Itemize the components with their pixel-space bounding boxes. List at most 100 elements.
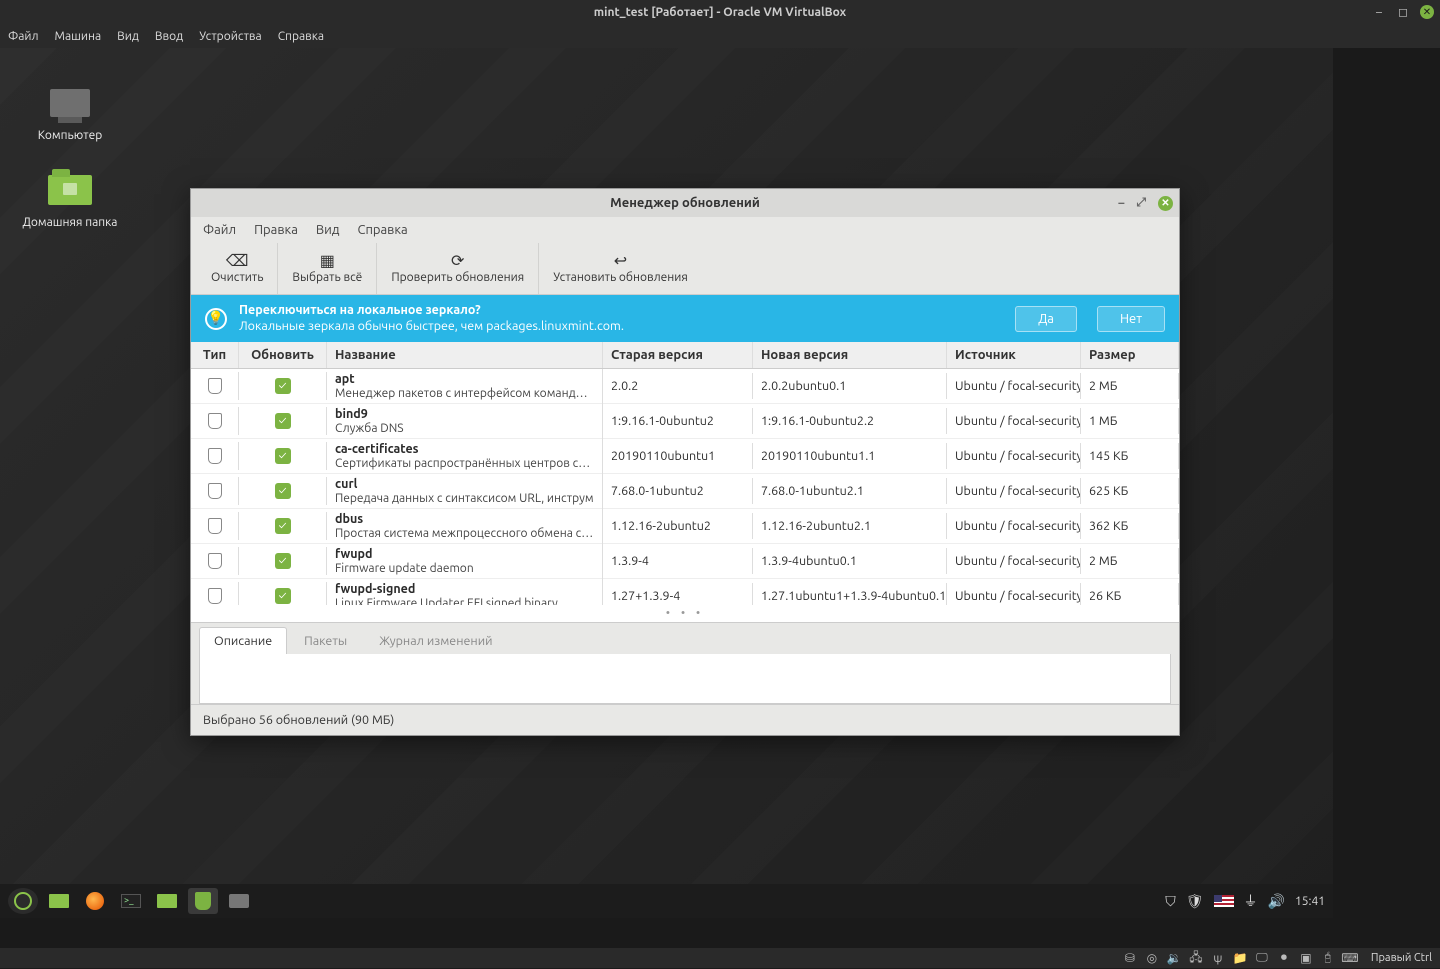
old-version: 1.27+1.3.9-4 bbox=[603, 583, 753, 605]
vbox-hdd-icon[interactable]: ⛁ bbox=[1123, 951, 1137, 965]
vbox-shared-folders-icon[interactable]: 📁 bbox=[1233, 951, 1247, 965]
vbox-menu-devices[interactable]: Устройства bbox=[199, 30, 262, 43]
taskbar-app-button[interactable] bbox=[224, 888, 254, 914]
col-new-version[interactable]: Новая версия bbox=[753, 342, 947, 368]
refresh-button[interactable]: ⟳ Проверить обновления bbox=[377, 243, 539, 294]
terminal-button[interactable]: >_ bbox=[116, 888, 146, 914]
vbox-menu-help[interactable]: Справка bbox=[278, 30, 324, 43]
um-menu-edit[interactable]: Правка bbox=[254, 223, 298, 237]
volume-icon[interactable]: 🔊 bbox=[1268, 893, 1285, 910]
old-version: 1.3.9-4 bbox=[603, 548, 753, 574]
firefox-icon bbox=[86, 892, 104, 910]
col-type[interactable]: Тип bbox=[191, 342, 239, 368]
select-all-button[interactable]: ▦ Выбрать всё bbox=[278, 243, 377, 294]
security-shield-icon bbox=[208, 588, 222, 604]
table-row[interactable]: ✓ca-certificatesСертификаты распространё… bbox=[191, 439, 1179, 474]
update-checkbox[interactable]: ✓ bbox=[275, 588, 291, 604]
table-row[interactable]: ✓fwupdFirmware update daemon1.3.9-41.3.9… bbox=[191, 544, 1179, 579]
old-version: 1.12.16-2ubuntu2 bbox=[603, 513, 753, 539]
vbox-optical-icon[interactable]: ◎ bbox=[1145, 951, 1159, 965]
banner-no-button[interactable]: Нет bbox=[1097, 306, 1165, 332]
col-old-version[interactable]: Старая версия bbox=[603, 342, 753, 368]
close-icon[interactable]: ✕ bbox=[1420, 5, 1434, 19]
vbox-menu-machine[interactable]: Машина bbox=[55, 30, 102, 43]
source: Ubuntu / focal-security bbox=[947, 443, 1081, 469]
old-version: 1:9.16.1-0ubuntu2 bbox=[603, 408, 753, 434]
vbox-display-icon[interactable]: 🖵 bbox=[1255, 951, 1269, 965]
vbox-menubar: Файл Машина Вид Ввод Устройства Справка bbox=[0, 24, 1440, 48]
update-checkbox[interactable]: ✓ bbox=[275, 483, 291, 499]
um-titlebar[interactable]: Менеджер обновлений – ⤢ ✕ bbox=[191, 189, 1179, 217]
um-menu-help[interactable]: Справка bbox=[357, 223, 407, 237]
tray-updates-icon[interactable]: ⛉ bbox=[1165, 893, 1176, 910]
toolbar-label: Установить обновления bbox=[553, 271, 688, 284]
update-checkbox[interactable]: ✓ bbox=[275, 413, 291, 429]
mirror-banner: 💡 Переключиться на локальное зеркало? Ло… bbox=[191, 295, 1179, 342]
um-menu-view[interactable]: Вид bbox=[316, 223, 340, 237]
close-icon[interactable]: ✕ bbox=[1158, 196, 1173, 211]
minimize-icon[interactable]: – bbox=[1372, 5, 1386, 19]
maximize-icon[interactable]: ◻ bbox=[1396, 5, 1410, 19]
install-updates-button[interactable]: ↩ Установить обновления bbox=[539, 243, 702, 294]
tab-packages[interactable]: Пакеты bbox=[289, 627, 362, 654]
table-row[interactable]: ✓curlПередача данных с синтаксисом URL, … bbox=[191, 474, 1179, 509]
update-checkbox[interactable]: ✓ bbox=[275, 448, 291, 464]
minimize-icon[interactable]: – bbox=[1118, 197, 1124, 210]
um-toolbar: ⌫ Очистить ▦ Выбрать всё ⟳ Проверить обн… bbox=[191, 243, 1179, 295]
package-name: fwupd-signed bbox=[335, 582, 594, 596]
network-icon[interactable]: ⏚ bbox=[1244, 891, 1258, 911]
desktop-icon-label: Домашняя папка bbox=[23, 216, 118, 229]
show-desktop-button[interactable] bbox=[44, 888, 74, 914]
folder-icon bbox=[157, 894, 177, 908]
table-row[interactable]: ✓ fwupd-signedLinux Firmware Updater EFI … bbox=[191, 579, 1179, 605]
vbox-network-icon[interactable]: 🖧 bbox=[1189, 951, 1203, 965]
vbox-keyboard-icon[interactable]: ⌨ bbox=[1343, 951, 1357, 965]
keyboard-layout-indicator[interactable] bbox=[1214, 895, 1234, 907]
menu-button[interactable] bbox=[8, 888, 38, 914]
tab-description[interactable]: Описание bbox=[199, 627, 287, 654]
table-body[interactable]: ✓aptМенеджер пакетов с интерфейсом коман… bbox=[191, 369, 1179, 605]
update-manager-taskbar-button[interactable] bbox=[188, 888, 218, 914]
um-menu-file[interactable]: Файл bbox=[203, 223, 236, 237]
clock[interactable]: 15:41 bbox=[1295, 895, 1325, 908]
vbox-menu-input[interactable]: Ввод bbox=[155, 30, 183, 43]
tray-shield-icon[interactable]: 🛡 bbox=[1186, 893, 1204, 910]
package-description: Менеджер пакетов с интерфейсом командной bbox=[335, 387, 594, 401]
update-checkbox[interactable]: ✓ bbox=[275, 553, 291, 569]
maximize-icon[interactable]: ⤢ bbox=[1136, 196, 1146, 210]
table-row[interactable]: ✓dbusПростая система межпроцессного обме… bbox=[191, 509, 1179, 544]
tab-changelog[interactable]: Журнал изменений bbox=[364, 627, 507, 654]
vbox-menu-file[interactable]: Файл bbox=[8, 30, 39, 43]
col-size[interactable]: Размер bbox=[1081, 342, 1179, 368]
vbox-menu-view[interactable]: Вид bbox=[117, 30, 139, 43]
update-checkbox[interactable]: ✓ bbox=[275, 378, 291, 394]
toolbar-label: Очистить bbox=[211, 271, 263, 284]
firefox-button[interactable] bbox=[80, 888, 110, 914]
vbox-usb-icon[interactable]: ψ bbox=[1211, 951, 1225, 965]
banner-yes-button[interactable]: Да bbox=[1015, 306, 1077, 332]
shield-icon bbox=[195, 892, 211, 910]
size: 2 МБ bbox=[1081, 548, 1179, 574]
new-version: 20190110ubuntu1.1 bbox=[753, 443, 947, 469]
col-source[interactable]: Источник bbox=[947, 342, 1081, 368]
table-row[interactable]: ✓aptМенеджер пакетов с интерфейсом коман… bbox=[191, 369, 1179, 404]
vbox-recording-icon[interactable]: ⏺ bbox=[1277, 951, 1291, 965]
clear-button[interactable]: ⌫ Очистить bbox=[197, 243, 278, 294]
desktop-icon-computer[interactable]: Компьютер bbox=[15, 83, 125, 142]
desktop-icon-home[interactable]: Домашняя папка bbox=[15, 170, 125, 229]
vbox-titlebar: mint_test [Работает] - Oracle VM Virtual… bbox=[0, 0, 1440, 24]
vbox-cpu-icon[interactable]: ▣ bbox=[1299, 951, 1313, 965]
vbox-audio-icon[interactable]: 🔉 bbox=[1167, 951, 1181, 965]
package-description: Linux Firmware Updater EFI signed binary bbox=[335, 597, 594, 605]
table-overflow-indicator: • • • bbox=[191, 605, 1179, 622]
vbox-mouse-integration-icon[interactable]: 🖯 bbox=[1321, 951, 1335, 965]
files-button[interactable] bbox=[152, 888, 182, 914]
package-description: Служба DNS bbox=[335, 422, 594, 436]
um-window-controls: – ⤢ ✕ bbox=[1118, 189, 1173, 217]
col-name[interactable]: Название bbox=[327, 342, 603, 368]
col-update[interactable]: Обновить bbox=[239, 342, 327, 368]
package-name: fwupd bbox=[335, 547, 594, 561]
table-row[interactable]: ✓bind9Служба DNS1:9.16.1-0ubuntu21:9.16.… bbox=[191, 404, 1179, 439]
banner-question: Переключиться на локальное зеркало? bbox=[239, 303, 481, 317]
update-checkbox[interactable]: ✓ bbox=[275, 518, 291, 534]
